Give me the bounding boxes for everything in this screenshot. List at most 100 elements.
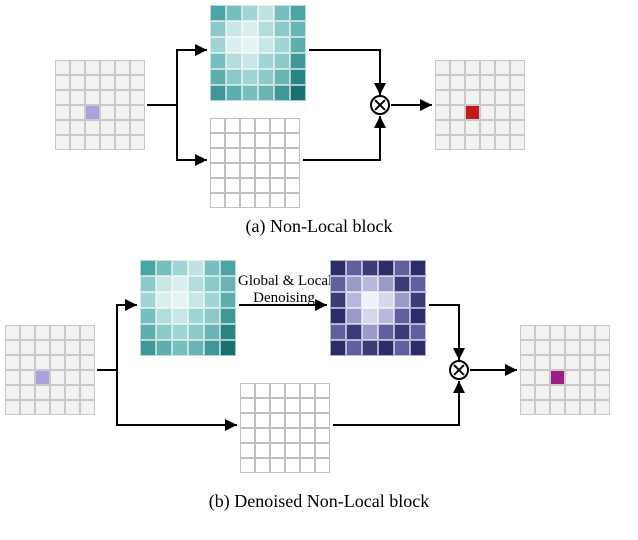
grid-cell xyxy=(85,135,100,150)
grid-cell xyxy=(520,325,535,340)
grid-cell xyxy=(495,105,510,120)
grid-cell xyxy=(240,148,255,163)
grid-cell xyxy=(20,370,35,385)
grid-cell xyxy=(580,400,595,415)
grid-cell xyxy=(362,260,378,276)
grid-cell xyxy=(270,398,285,413)
grid-cell xyxy=(285,193,300,208)
grid-cell xyxy=(172,308,188,324)
grid-cell xyxy=(140,324,156,340)
grid-cell xyxy=(188,292,204,308)
grid-cell xyxy=(156,340,172,356)
grid-cell xyxy=(210,193,225,208)
grid-cell xyxy=(50,385,65,400)
grid-cell xyxy=(565,400,580,415)
grid-cell xyxy=(410,308,426,324)
grid-cell xyxy=(290,69,306,85)
grid-cell xyxy=(172,340,188,356)
grid-cell xyxy=(50,400,65,415)
grid-cell xyxy=(130,60,145,75)
grid-cell xyxy=(346,308,362,324)
grid-cell xyxy=(330,324,346,340)
grid-cell xyxy=(270,133,285,148)
grid-cell xyxy=(65,340,80,355)
grid-cell xyxy=(378,324,394,340)
grid-cell xyxy=(242,37,258,53)
grid-cell xyxy=(510,135,525,150)
grid-cell xyxy=(480,75,495,90)
grid-cell xyxy=(300,443,315,458)
grid-cell xyxy=(580,340,595,355)
grid-cell xyxy=(535,355,550,370)
figure: (a) Non-Local block xyxy=(0,0,638,512)
grid-cell xyxy=(394,340,410,356)
grid-cell xyxy=(300,383,315,398)
grid-cell xyxy=(258,21,274,37)
grid-cell xyxy=(510,75,525,90)
grid-cell xyxy=(35,370,50,385)
grid-cell xyxy=(255,148,270,163)
grid-cell xyxy=(210,178,225,193)
grid-cell xyxy=(240,118,255,133)
grid-cell xyxy=(394,292,410,308)
grid-cell xyxy=(210,53,226,69)
grid-cell xyxy=(550,370,565,385)
grid-cell xyxy=(285,413,300,428)
grid-cell xyxy=(156,276,172,292)
grid-cell xyxy=(520,385,535,400)
grid-cell xyxy=(255,163,270,178)
transformed-feature-map xyxy=(240,383,330,473)
grid-cell xyxy=(394,308,410,324)
grid-cell xyxy=(240,428,255,443)
grid-cell xyxy=(300,428,315,443)
grid-cell xyxy=(274,69,290,85)
grid-cell xyxy=(346,276,362,292)
grid-cell xyxy=(225,193,240,208)
grid-cell xyxy=(70,135,85,150)
grid-cell xyxy=(465,60,480,75)
panel-b: Global & Local Denoising (b) Denoised No… xyxy=(0,255,638,512)
grid-cell xyxy=(140,260,156,276)
grid-cell xyxy=(188,308,204,324)
grid-cell xyxy=(240,163,255,178)
grid-cell xyxy=(270,118,285,133)
grid-cell xyxy=(465,120,480,135)
grid-cell xyxy=(35,325,50,340)
grid-cell xyxy=(220,276,236,292)
denoising-label-line1: Global & Local xyxy=(238,273,332,289)
grid-cell xyxy=(410,292,426,308)
grid-cell xyxy=(330,260,346,276)
grid-cell xyxy=(565,385,580,400)
panel-a-canvas xyxy=(0,0,638,210)
grid-cell xyxy=(285,118,300,133)
grid-cell xyxy=(240,383,255,398)
grid-cell xyxy=(378,308,394,324)
grid-cell xyxy=(220,340,236,356)
grid-cell xyxy=(115,60,130,75)
grid-cell xyxy=(510,120,525,135)
grid-cell xyxy=(226,53,242,69)
grid-cell xyxy=(5,355,20,370)
grid-cell xyxy=(520,340,535,355)
grid-cell xyxy=(35,355,50,370)
grid-cell xyxy=(50,370,65,385)
grid-cell xyxy=(274,21,290,37)
grid-cell xyxy=(495,60,510,75)
grid-cell xyxy=(550,400,565,415)
grid-cell xyxy=(270,443,285,458)
grid-cell xyxy=(510,90,525,105)
grid-cell xyxy=(50,355,65,370)
denoising-label: Global & Local Denoising xyxy=(238,273,330,306)
grid-cell xyxy=(270,413,285,428)
grid-cell xyxy=(55,75,70,90)
grid-cell xyxy=(435,120,450,135)
grid-cell xyxy=(270,458,285,473)
grid-cell xyxy=(565,340,580,355)
grid-cell xyxy=(85,75,100,90)
input-feature-map xyxy=(55,60,145,150)
grid-cell xyxy=(290,21,306,37)
grid-cell xyxy=(315,383,330,398)
grid-cell xyxy=(535,370,550,385)
grid-cell xyxy=(315,398,330,413)
grid-cell xyxy=(220,292,236,308)
